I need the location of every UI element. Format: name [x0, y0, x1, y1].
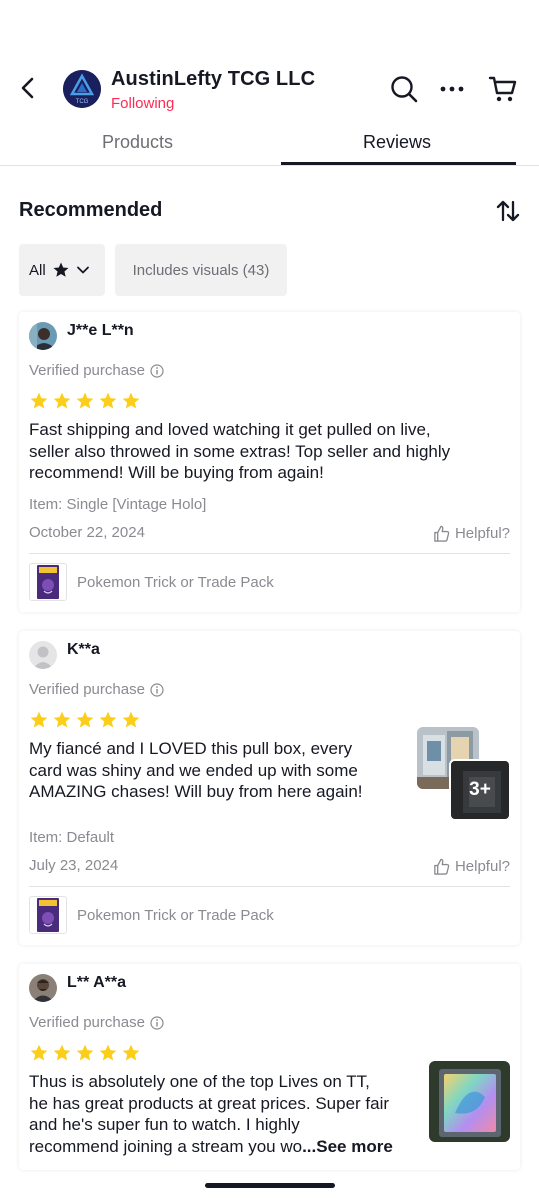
star-icon	[76, 711, 94, 728]
product-thumbnail[interactable]	[29, 563, 67, 601]
tab-reviews[interactable]: Reviews	[363, 132, 431, 153]
active-tab-indicator	[281, 162, 516, 165]
star-icon	[76, 392, 94, 409]
avatar[interactable]	[29, 641, 57, 669]
reviewer-name: L** A**a	[67, 974, 126, 991]
visuals-filter-chip[interactable]: Includes visuals (43)	[115, 244, 287, 296]
star-icon	[30, 1044, 48, 1061]
divider	[29, 553, 510, 554]
tab-bar: Products Reviews	[0, 120, 539, 166]
svg-text:TCG: TCG	[76, 99, 89, 105]
thumbs-up-icon	[432, 857, 451, 876]
review-text[interactable]: Thus is absolutely one of the top Lives …	[29, 1071, 393, 1157]
star-rating	[29, 1043, 141, 1063]
star-icon	[76, 1044, 94, 1061]
review-item-variant: Item: Single [Vintage Holo]	[29, 496, 207, 513]
review-line: seller also throwed in some extras! Top …	[29, 441, 451, 461]
product-name[interactable]: Pokemon Trick or Trade Pack	[77, 907, 274, 924]
star-icon	[30, 392, 48, 409]
reviewer-name: K**a	[67, 641, 100, 658]
shop-logo[interactable]: TCG	[63, 70, 101, 108]
star-icon	[99, 1044, 117, 1061]
divider	[29, 886, 510, 887]
star-icon	[53, 1044, 71, 1061]
helpful-label: Helpful?	[454, 525, 510, 542]
verified-label: Verified purchase	[29, 1014, 145, 1031]
rating-filter-label: All	[29, 261, 46, 279]
review-line: Thus is absolutely one of the top Lives …	[29, 1072, 370, 1091]
thumbs-up-icon	[432, 524, 451, 543]
avatar[interactable]	[29, 322, 57, 350]
star-icon	[122, 392, 140, 409]
review-line: Fast shipping and loved watching it get …	[29, 420, 431, 439]
review-date: July 23, 2024	[29, 857, 119, 874]
verified-purchase: Verified purchase	[29, 681, 164, 698]
star-icon	[122, 1044, 140, 1061]
cart-icon[interactable]	[488, 74, 518, 104]
star-icon	[99, 392, 117, 409]
review-text[interactable]: Fast shipping and loved watching it get …	[29, 419, 450, 484]
info-icon[interactable]	[150, 682, 164, 697]
review-line-last: recommend joining a stream you wo...See …	[29, 1136, 393, 1158]
product-name[interactable]: Pokemon Trick or Trade Pack	[77, 574, 274, 591]
review-photo-more[interactable]: 3+	[449, 759, 511, 821]
review-date: October 22, 2024	[29, 524, 145, 541]
star-rating	[29, 710, 141, 730]
review-line: recommend joining a stream you wo	[29, 1136, 303, 1156]
review-item-variant: Item: Default	[29, 829, 115, 846]
info-icon[interactable]	[150, 1015, 164, 1030]
product-thumbnail[interactable]	[29, 896, 67, 934]
review-line: My fiancé and I LOVED this pull box, eve…	[29, 739, 353, 758]
star-icon	[122, 711, 140, 728]
more-media-count: 3+	[451, 761, 509, 819]
follow-status[interactable]: Following	[111, 95, 174, 112]
review-line: recommend! Will be buying from again!	[29, 463, 324, 482]
review-line: and he's super fun to watch. I highly	[29, 1115, 300, 1134]
review-photo[interactable]	[429, 1061, 510, 1142]
helpful-button[interactable]: Helpful?	[432, 524, 510, 543]
star-rating	[29, 391, 141, 411]
review-card: J**e L**n Verified purchase Fast shippin…	[19, 312, 520, 612]
section-title: Recommended	[19, 199, 163, 221]
helpful-button[interactable]: Helpful?	[432, 857, 510, 876]
star-icon	[30, 711, 48, 728]
star-icon	[53, 392, 71, 409]
see-more-link[interactable]: ...See more	[302, 1137, 393, 1156]
shop-header: TCG AustinLefty TCG LLC Following	[0, 62, 539, 118]
reviewer-name: J**e L**n	[67, 322, 134, 339]
helpful-label: Helpful?	[454, 858, 510, 875]
search-icon[interactable]	[389, 74, 419, 104]
review-card: L** A**a Verified purchase Thus is absol…	[19, 964, 520, 1170]
verified-purchase: Verified purchase	[29, 362, 164, 379]
star-icon	[52, 261, 70, 279]
tab-products[interactable]: Products	[102, 132, 173, 153]
home-indicator[interactable]	[205, 1183, 335, 1188]
star-icon	[53, 711, 71, 728]
verified-label: Verified purchase	[29, 362, 145, 379]
more-options-icon[interactable]	[438, 74, 468, 104]
review-line: card was shiny and we ended up with some	[29, 760, 358, 780]
back-arrow-icon[interactable]	[14, 74, 42, 102]
review-card: K**a Verified purchase My fiancé and I L…	[19, 631, 520, 945]
star-icon	[99, 711, 117, 728]
shop-name[interactable]: AustinLefty TCG LLC	[111, 68, 315, 91]
avatar[interactable]	[29, 974, 57, 1002]
info-icon[interactable]	[150, 363, 164, 378]
chevron-down-icon	[76, 263, 90, 277]
rating-filter-chip[interactable]: All	[19, 244, 105, 296]
verified-label: Verified purchase	[29, 681, 145, 698]
review-text[interactable]: My fiancé and I LOVED this pull box, eve…	[29, 738, 363, 803]
review-line: AMAZING chases! Will buy from here again…	[29, 782, 363, 801]
sort-icon[interactable]	[495, 198, 521, 224]
review-line: he has great products at great prices. S…	[29, 1093, 390, 1113]
verified-purchase: Verified purchase	[29, 1014, 164, 1031]
